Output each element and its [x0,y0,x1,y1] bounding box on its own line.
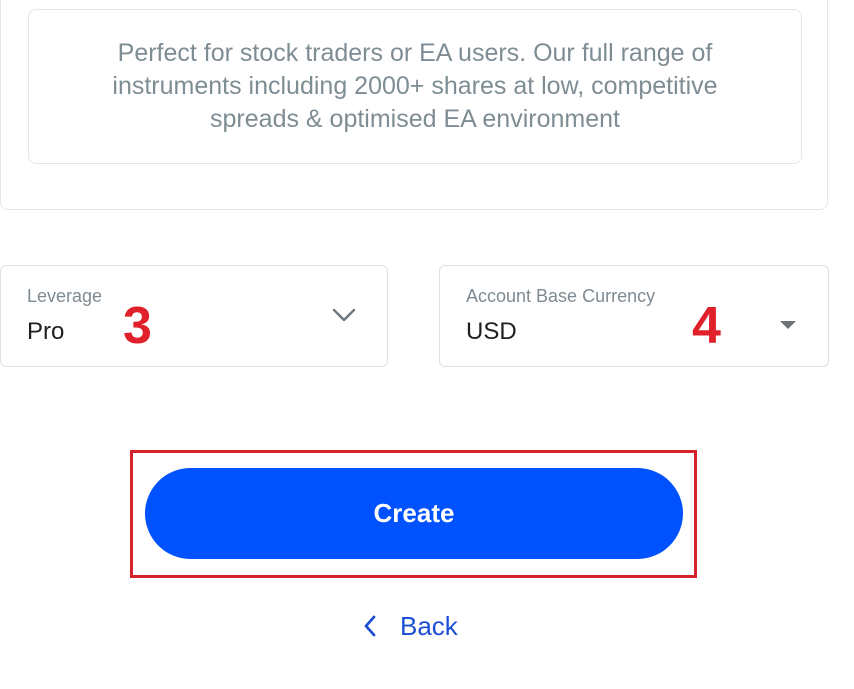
caret-down-icon[interactable] [779,320,797,330]
annotation-step-4: 4 [692,297,721,355]
create-button[interactable]: Create [145,468,683,559]
chevron-down-icon[interactable] [331,306,357,324]
leverage-value: Pro [27,318,65,345]
chevron-left-icon [364,615,376,637]
back-label: Back [400,610,458,641]
leverage-label: Leverage [27,286,103,306]
account-base-currency-select[interactable]: Account Base Currency USD 4 [439,265,829,367]
annotation-step-3: 3 [123,297,152,355]
account-description: Perfect for stock traders or EA users. O… [112,39,718,133]
account-description-box: Perfect for stock traders or EA users. O… [28,9,802,164]
currency-label: Account Base Currency [466,286,656,306]
create-account-page: Perfect for stock traders or EA users. O… [0,0,854,689]
back-link[interactable]: Back [362,606,458,646]
currency-value: USD [466,318,517,345]
account-type-card: Perfect for stock traders or EA users. O… [0,0,828,210]
leverage-select[interactable]: Leverage Pro 3 [0,265,388,367]
